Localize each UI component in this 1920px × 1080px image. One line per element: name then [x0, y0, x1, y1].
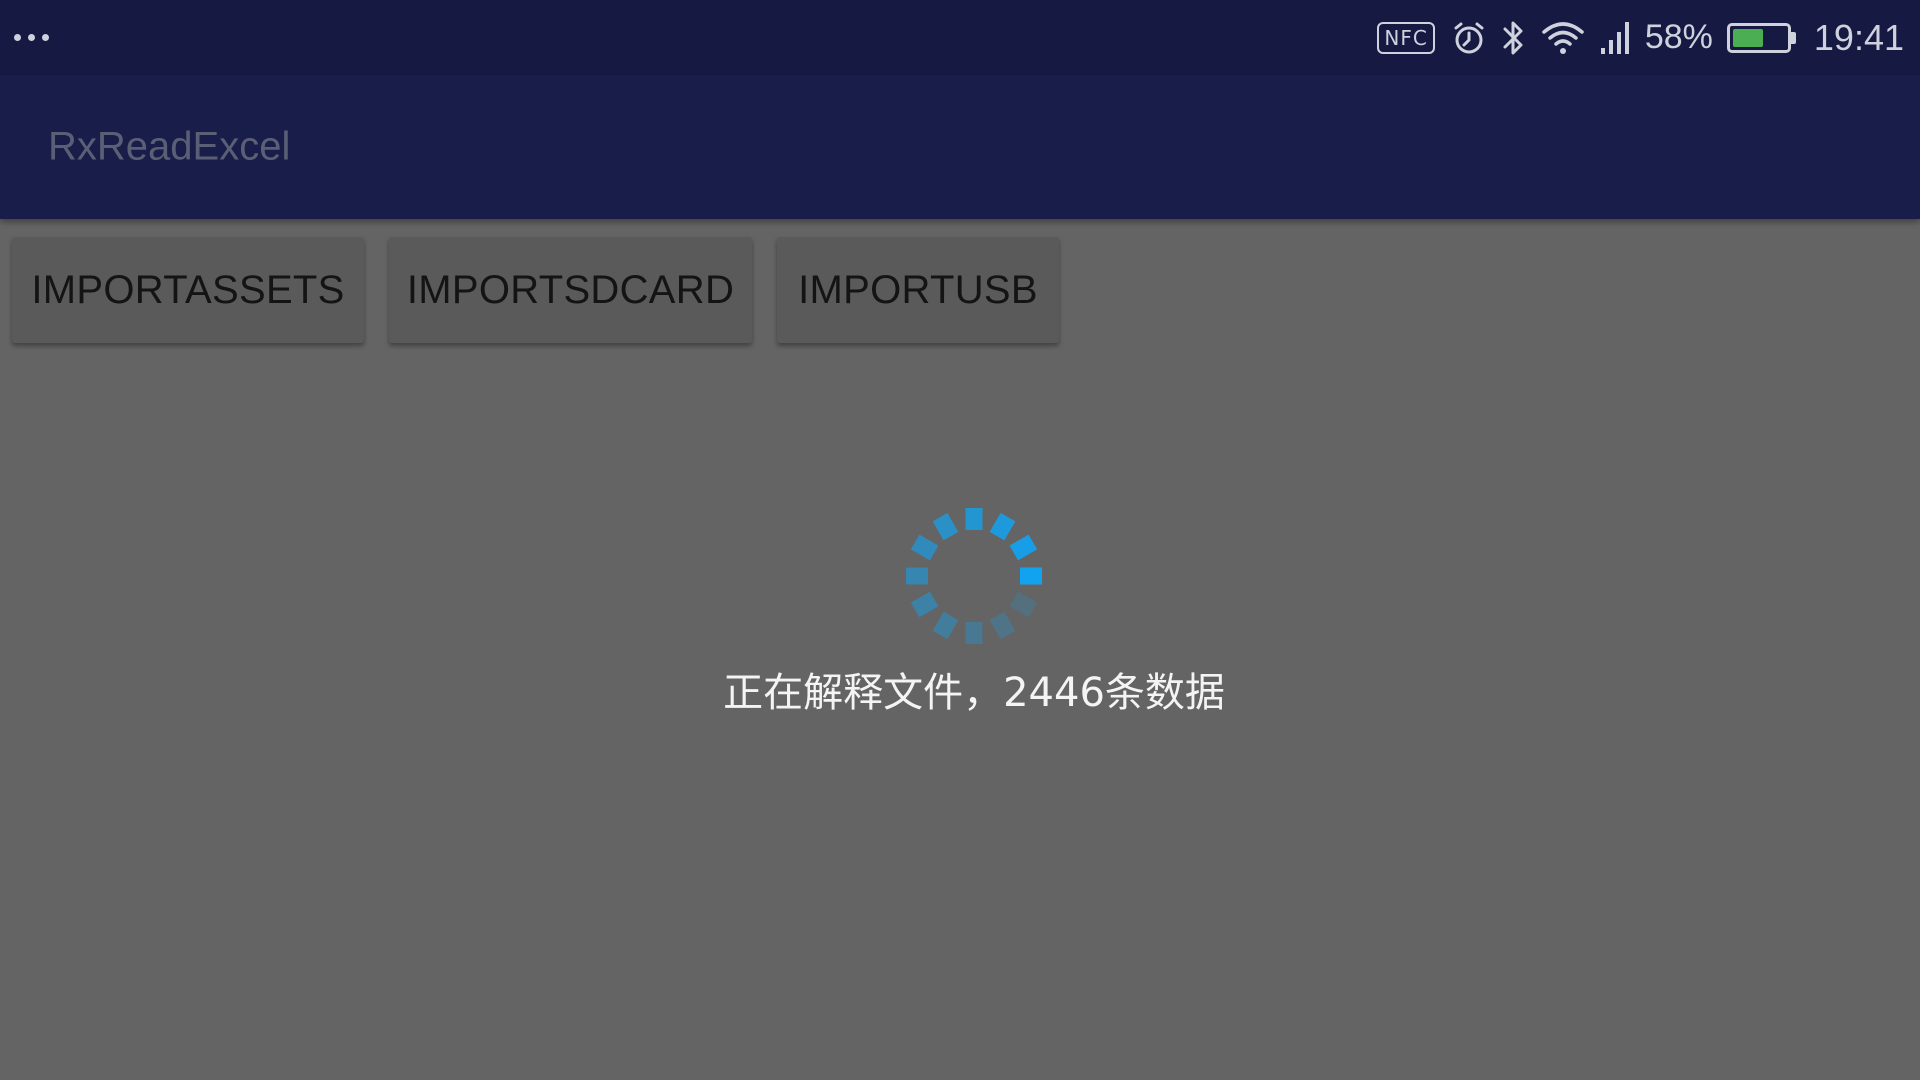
cellular-signal-icon: [1599, 20, 1631, 56]
app-title: RxReadExcel: [48, 124, 291, 169]
spinner-segment: [910, 534, 939, 561]
spinner-segment: [932, 611, 959, 640]
app-toolbar: RxReadExcel: [0, 75, 1920, 219]
more-dots-icon: [14, 34, 49, 41]
spinner-segment: [932, 512, 959, 541]
nfc-icon: NFC: [1377, 21, 1435, 54]
spinner-segment: [1009, 534, 1038, 561]
status-bar: NFC 58% 19:41: [0, 0, 1920, 75]
loading-spinner-icon: [906, 508, 1042, 644]
loading-message: 正在解释文件，2446条数据: [723, 670, 1225, 716]
spinner-segment: [989, 611, 1016, 640]
import-assets-button[interactable]: IMPORTASSETS: [12, 237, 364, 343]
app-screen: NFC 58% 19:41 RxReadExcel IMPORTASSETS I…: [0, 0, 1920, 1080]
spinner-segment: [1009, 591, 1038, 618]
import-sdcard-button[interactable]: IMPORTSDCARD: [389, 237, 752, 343]
bluetooth-icon: [1501, 19, 1527, 57]
battery-icon: [1726, 22, 1796, 53]
status-indicators: NFC 58% 19:41: [1377, 0, 1904, 75]
battery-percent: 58%: [1644, 18, 1713, 56]
status-clock: 19:41: [1813, 16, 1904, 58]
alarm-clock-icon: [1451, 20, 1487, 56]
spinner-segment: [989, 512, 1016, 541]
import-button-row: IMPORTASSETS IMPORTSDCARD IMPORTUSB: [12, 237, 1059, 343]
import-usb-button[interactable]: IMPORTUSB: [777, 237, 1059, 343]
wifi-icon: [1541, 20, 1585, 56]
spinner-segment: [910, 591, 939, 618]
